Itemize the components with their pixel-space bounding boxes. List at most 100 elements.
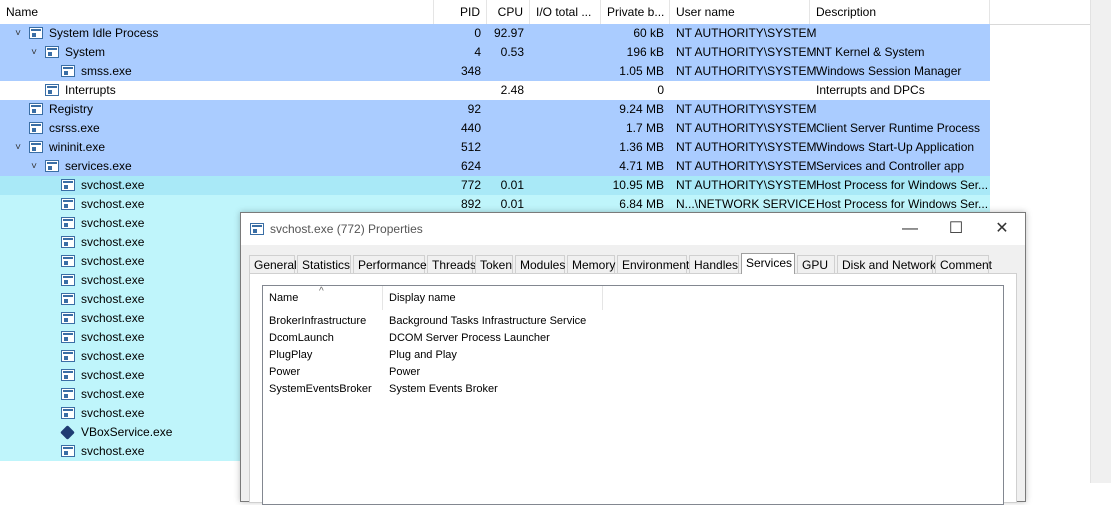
process-io-total: [530, 119, 595, 138]
service-name[interactable]: PlugPlay: [269, 347, 312, 364]
maximize-button[interactable]: ☐: [933, 213, 979, 245]
service-name[interactable]: Power: [269, 364, 300, 381]
process-window-icon: [29, 103, 43, 115]
process-user-name: NT AUTHORITY\SYSTEM: [676, 121, 816, 135]
tab-token[interactable]: Token: [475, 255, 513, 273]
services-column-name[interactable]: Name ^: [263, 286, 383, 310]
process-cpu: 0.53: [500, 45, 524, 59]
process-window-icon: [61, 217, 75, 229]
tab-services[interactable]: Services: [741, 253, 795, 274]
process-user-name: NT AUTHORITY\SYSTEM: [676, 159, 816, 173]
process-pid: 772: [460, 178, 481, 192]
process-window-icon: [61, 369, 75, 381]
process-name: svchost.exe: [81, 235, 145, 249]
tab-modules[interactable]: Modules: [515, 255, 565, 273]
tab-statistics[interactable]: Statistics: [297, 255, 351, 273]
column-header-pid[interactable]: PID: [434, 0, 487, 24]
expand-chevron-icon[interactable]: ˅: [28, 43, 40, 62]
process-pid: 4: [474, 45, 481, 59]
service-display-name: Plug and Play: [389, 349, 457, 361]
process-name: services.exe: [65, 159, 132, 173]
service-name[interactable]: DcomLaunch: [269, 330, 334, 347]
column-header-name[interactable]: Name: [0, 0, 434, 24]
tab-comment[interactable]: Comment: [935, 255, 992, 273]
expand-chevron-icon[interactable]: ˅: [12, 138, 24, 157]
process-description: Windows Session Manager: [816, 64, 962, 78]
process-window-icon: [61, 65, 75, 77]
process-window-icon: [61, 255, 75, 267]
process-private-bytes: 10.95 MB: [612, 178, 664, 192]
process-name: svchost.exe: [81, 292, 145, 306]
expand-chevron-icon[interactable]: ˅: [12, 24, 24, 43]
column-header-description[interactable]: Description: [810, 0, 990, 24]
process-list-header: Name PID CPU I/O total ... Private b... …: [0, 0, 1090, 25]
process-private-bytes: 60 kB: [633, 26, 664, 40]
services-list[interactable]: Name ^ Display name BrokerInfrastructure…: [262, 285, 1004, 505]
tab-environment[interactable]: Environment: [617, 255, 689, 273]
tab-disk-and-network[interactable]: Disk and Network: [837, 255, 936, 273]
process-row[interactable]: ˅ wininit.exe 512 1.36 MB NT AUTHORITY\SYSTE…: [0, 138, 990, 157]
column-header-cpu[interactable]: CPU: [487, 0, 530, 24]
process-io-total: [530, 100, 595, 119]
process-description: [810, 100, 996, 119]
process-name: System Idle Process: [49, 26, 159, 40]
process-window-icon: [250, 223, 264, 235]
tab-memory[interactable]: Memory: [567, 255, 615, 273]
process-io-total: [530, 24, 595, 43]
vertical-scrollbar[interactable]: [1090, 0, 1111, 483]
service-name[interactable]: SystemEventsBroker: [269, 381, 372, 398]
process-name: svchost.exe: [81, 216, 145, 230]
process-name: svchost.exe: [81, 387, 145, 401]
process-cpu: 2.48: [500, 83, 524, 97]
process-row[interactable]: ˅ System Idle Process 0 92.97 60 kB NT AUTHOR…: [0, 24, 990, 43]
process-private-bytes: 1.05 MB: [619, 64, 664, 78]
process-row[interactable]: ˅ services.exe 624 4.71 MB NT AUTHORITY\SYST…: [0, 157, 990, 176]
process-window-icon: [45, 84, 59, 96]
service-display-name: Power: [389, 366, 421, 378]
close-button[interactable]: ✕: [979, 213, 1025, 245]
process-io-total: [530, 81, 595, 100]
process-window-icon: [61, 274, 75, 286]
process-io-total: [530, 176, 595, 195]
process-name: csrss.exe: [49, 121, 100, 135]
process-row[interactable]: smss.exe 348 1.05 MB NT AUTHORITY\SYSTEM Win…: [0, 62, 990, 81]
tab-threads[interactable]: Threads: [427, 255, 476, 273]
process-pid: 348: [460, 64, 481, 78]
service-name[interactable]: BrokerInfrastructure: [269, 313, 366, 330]
process-row[interactable]: ˅ System 4 0.53 196 kB NT AUTHORITY\SYSTEM NT …: [0, 43, 990, 62]
process-description: Services and Controller app: [816, 159, 965, 173]
process-user-name: NT AUTHORITY\SYSTEM: [676, 26, 816, 40]
process-name: svchost.exe: [81, 406, 145, 420]
process-name: wininit.exe: [49, 140, 106, 154]
process-cpu: [487, 100, 524, 119]
process-name: Registry: [49, 102, 94, 116]
process-private-bytes: 4.71 MB: [619, 159, 664, 173]
process-row[interactable]: csrss.exe 440 1.7 MB NT AUTHORITY\SYSTEM Cli…: [0, 119, 990, 138]
process-row[interactable]: Registry 92 9.24 MB NT AUTHORITY\SYSTEM: [0, 100, 990, 119]
tab-handles[interactable]: Handles: [689, 255, 739, 273]
column-header-user-name[interactable]: User name: [670, 0, 810, 24]
process-user-name: NT AUTHORITY\SYSTEM: [676, 140, 816, 154]
tab-gpu[interactable]: GPU: [797, 255, 835, 273]
process-name: svchost.exe: [81, 368, 145, 382]
process-private-bytes: 196 kB: [626, 45, 664, 59]
services-column-display-name[interactable]: Display name: [383, 286, 603, 310]
process-window-icon: [29, 141, 43, 153]
expand-chevron-icon[interactable]: ˅: [28, 157, 40, 176]
tab-performance[interactable]: Performance: [353, 255, 427, 273]
column-header-private-bytes[interactable]: Private b...: [601, 0, 670, 24]
dialog-titlebar[interactable]: svchost.exe (772) Properties — ☐ ✕: [241, 213, 1025, 245]
process-row[interactable]: svchost.exe 772 0.01 10.95 MB NT AUTHORITY\S…: [0, 176, 990, 195]
process-window-icon: [61, 293, 75, 305]
process-properties-dialog: svchost.exe (772) Properties — ☐ ✕ Gener…: [240, 212, 1026, 505]
process-io-total: [530, 62, 595, 81]
process-io-total: [530, 43, 595, 62]
tab-general[interactable]: General: [249, 255, 297, 273]
dialog-title: svchost.exe (772) Properties: [270, 222, 423, 236]
minimize-button[interactable]: —: [887, 213, 933, 245]
process-name: Interrupts: [65, 83, 116, 97]
process-window-icon: [61, 350, 75, 362]
process-row[interactable]: Interrupts 2.48 0 Interrupts and DPCs: [0, 81, 990, 100]
services-tab-panel: Name ^ Display name BrokerInfrastructure…: [249, 273, 1017, 505]
column-header-io-total[interactable]: I/O total ...: [530, 0, 601, 24]
